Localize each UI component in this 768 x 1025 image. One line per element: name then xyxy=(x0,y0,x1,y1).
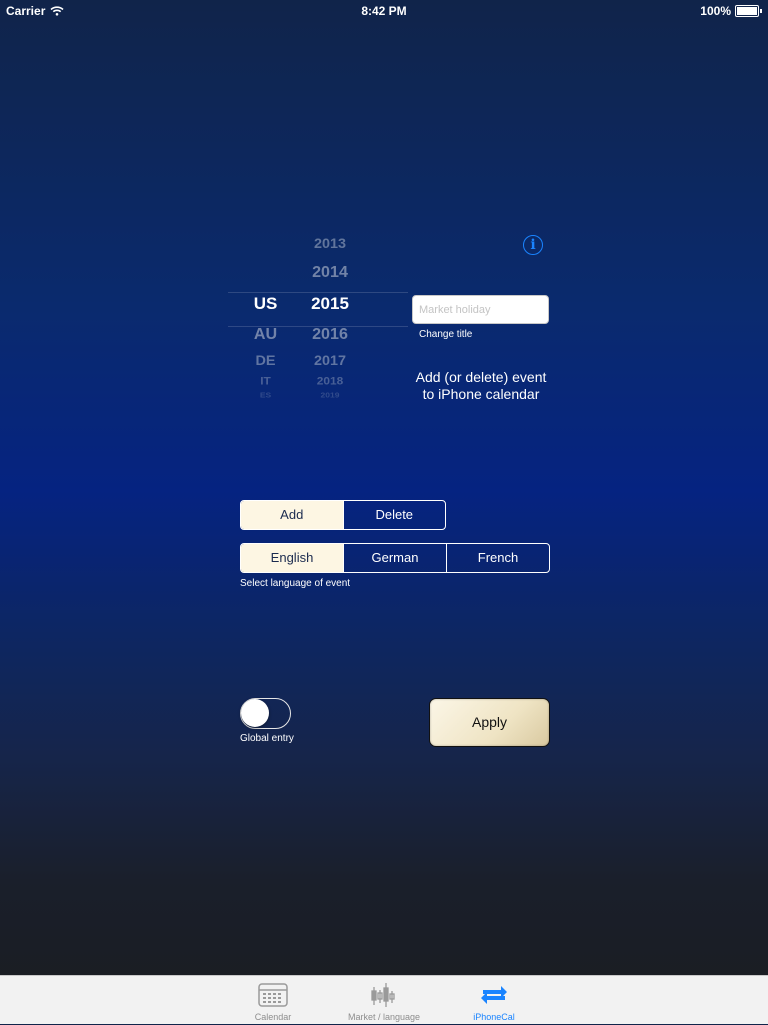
tab-iphonecal-label: iPhoneCal xyxy=(473,1012,515,1022)
calendar-icon xyxy=(258,983,288,1007)
language-caption: Select language of event xyxy=(240,578,351,589)
country-item[interactable]: IT xyxy=(238,374,293,387)
country-item[interactable]: US xyxy=(238,294,293,314)
battery-icon xyxy=(735,5,759,17)
year-item[interactable]: 2016 xyxy=(300,325,360,344)
status-bar: Carrier 8:42 PM 100% xyxy=(0,0,768,20)
year-item[interactable]: 2013 xyxy=(300,236,360,251)
apply-button[interactable]: Apply xyxy=(429,698,550,747)
market-year-picker[interactable]: USAUDEITES 20122013201420152016201720182… xyxy=(228,220,408,400)
candlestick-chart-icon xyxy=(371,983,395,1007)
battery-indicator: 100% xyxy=(700,4,762,18)
year-item[interactable]: 2018 xyxy=(300,374,360,387)
english-segment[interactable]: English xyxy=(241,544,343,572)
year-item[interactable]: 2017 xyxy=(300,353,360,368)
switch-knob xyxy=(241,699,269,727)
tab-market-language[interactable]: Market / language xyxy=(334,976,434,1025)
delete-segment[interactable]: Delete xyxy=(342,501,446,529)
event-description: Add (or delete) event to iPhone calendar xyxy=(415,369,547,402)
sync-arrows-icon xyxy=(481,986,507,1004)
battery-percent: 100% xyxy=(700,4,731,18)
tab-calendar[interactable]: Calendar xyxy=(223,976,323,1025)
language-segmented-control: English German French xyxy=(240,543,550,573)
info-icon[interactable]: i xyxy=(523,235,543,255)
add-segment[interactable]: Add xyxy=(241,501,343,529)
tab-iphonecal[interactable]: iPhoneCal xyxy=(444,976,544,1025)
global-entry-label: Global entry xyxy=(240,733,294,744)
country-item[interactable]: AU xyxy=(238,325,293,344)
year-item[interactable]: 2019 xyxy=(300,391,360,400)
year-item[interactable]: 2015 xyxy=(300,294,360,314)
country-item[interactable]: ES xyxy=(238,391,293,400)
french-segment[interactable]: French xyxy=(446,544,549,572)
picker-selection-line-top xyxy=(228,292,408,293)
global-entry-switch[interactable] xyxy=(240,698,291,729)
tab-market-language-label: Market / language xyxy=(347,1012,421,1022)
country-item[interactable]: DE xyxy=(238,353,293,368)
year-item[interactable]: 2014 xyxy=(300,263,360,282)
action-segmented-control: Add Delete xyxy=(240,500,446,530)
german-segment[interactable]: German xyxy=(343,544,446,572)
tab-bar: Calendar Market / language iPhoneCal xyxy=(0,975,768,1024)
change-title-caption: Change title xyxy=(419,329,473,340)
title-input[interactable] xyxy=(412,295,549,324)
tab-calendar-label: Calendar xyxy=(254,1012,292,1022)
clock: 8:42 PM xyxy=(361,4,407,18)
